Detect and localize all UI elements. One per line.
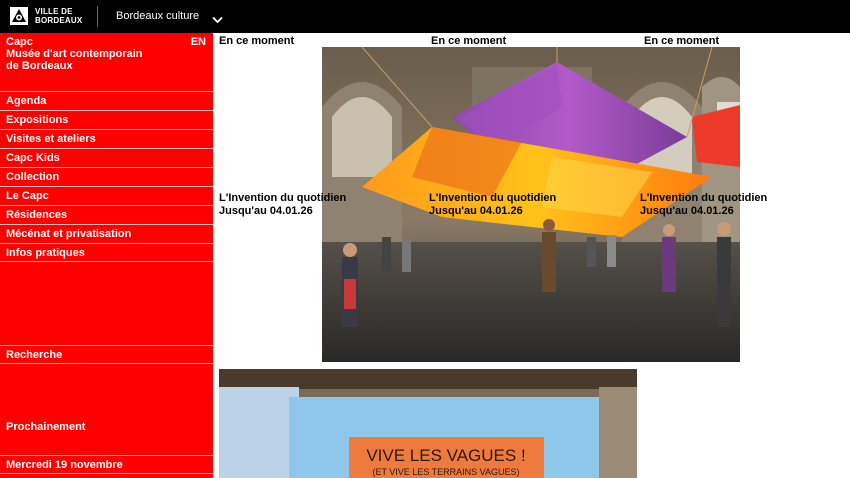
site-brand[interactable]: Capc Musée d'art contemporain de Bordeau… — [6, 36, 142, 72]
current-label-3: En ce moment — [644, 35, 720, 47]
brand-line-2: Musée d'art contemporain — [6, 48, 143, 60]
nav-item-residences[interactable]: Résidences — [0, 205, 213, 224]
topbar-divider — [97, 6, 98, 27]
exhibition-title-3: L'Invention du quotidien — [640, 192, 768, 204]
nav-item-agenda[interactable]: Agenda — [0, 91, 213, 110]
nav-item-collection[interactable]: Collection — [0, 167, 213, 186]
banner-text-line-1: VIVE LES VAGUES ! — [366, 446, 525, 465]
banner-text-line-2: (ET VIVE LES TERRAINS VAGUES) — [372, 467, 519, 477]
upcoming-date[interactable]: Mercredi 19 novembre — [0, 455, 213, 474]
main-nav: Agenda Expositions Visites et ateliers C… — [0, 91, 213, 262]
upcoming-exhibition-photo[interactable]: VIVE LES VAGUES ! (ET VIVE LES TERRAINS … — [219, 369, 637, 478]
exhibition-dates-1: Jusqu'au 04.01.26 — [219, 205, 313, 217]
current-label-2: En ce moment — [431, 35, 507, 47]
city-logo-text[interactable]: VILLE DE BORDEAUX — [35, 7, 82, 25]
top-bar: VILLE DE BORDEAUX Bordeaux culture — [0, 0, 850, 33]
search-link[interactable]: Recherche — [0, 345, 213, 364]
bordeaux-culture-menu[interactable]: Bordeaux culture — [116, 10, 199, 22]
exhibition-title-2: L'Invention du quotidien — [429, 192, 557, 204]
upcoming-heading: Prochainement — [6, 421, 86, 433]
current-label-1: En ce moment — [219, 35, 295, 47]
language-switch[interactable]: EN — [191, 36, 206, 48]
exhibition-dates-2: Jusqu'au 04.01.26 — [429, 205, 523, 217]
chevron-down-icon[interactable] — [212, 11, 223, 29]
nav-item-expositions[interactable]: Expositions — [0, 110, 213, 129]
brand-line-1: Capc — [6, 36, 33, 48]
logo-line-1: VILLE DE — [35, 7, 73, 16]
nav-item-mecenat[interactable]: Mécénat et privatisation — [0, 224, 213, 243]
bordeaux-logo-icon[interactable] — [10, 7, 28, 25]
exhibition-title-1: L'Invention du quotidien — [219, 192, 347, 204]
exhibition-card-2[interactable]: L'Invention du quotidien Jusqu'au 04.01.… — [429, 192, 556, 218]
nav-item-infos-pratiques[interactable]: Infos pratiques — [0, 243, 213, 262]
logo-line-2: BORDEAUX — [35, 16, 83, 25]
nav-item-visites[interactable]: Visites et ateliers — [0, 129, 213, 148]
brand-line-3: de Bordeaux — [6, 60, 73, 72]
nav-item-capc-kids[interactable]: Capc Kids — [0, 148, 213, 167]
exhibition-card-1[interactable]: L'Invention du quotidien Jusqu'au 04.01.… — [219, 192, 346, 218]
nav-item-le-capc[interactable]: Le Capc — [0, 186, 213, 205]
exhibition-card-3[interactable]: L'Invention du quotidien Jusqu'au 04.01.… — [640, 192, 767, 218]
sidebar: Capc Musée d'art contemporain de Bordeau… — [0, 33, 213, 478]
exhibition-dates-3: Jusqu'au 04.01.26 — [640, 205, 734, 217]
